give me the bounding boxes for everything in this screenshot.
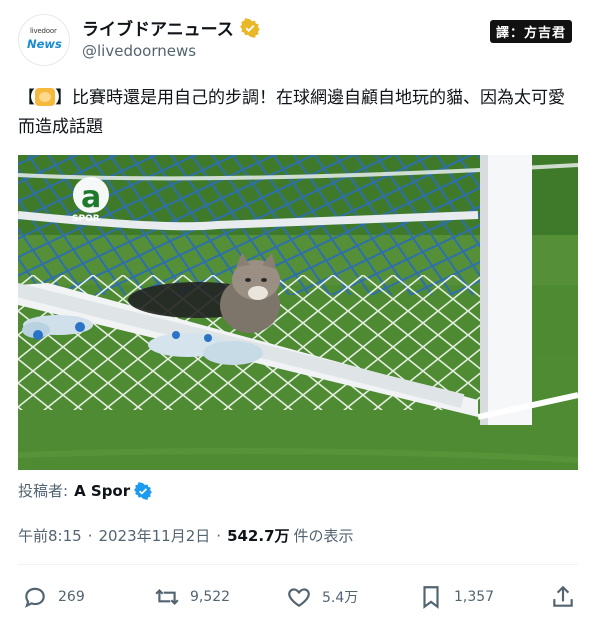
bookmark-count: 1,357 [454,589,495,605]
heart-icon [288,588,310,607]
view-count: 542.7万 [227,527,290,545]
cat-face-icon [35,88,55,106]
bookmark-icon [423,586,439,609]
share-icon [553,585,573,607]
poster-label: 投稿者: [18,482,69,500]
tweet-text-bracket: 【 [18,88,35,108]
meta-separator: · [87,526,93,545]
avatar-small-text: livedoor [30,27,57,35]
meta-separator: · [216,526,222,545]
bookmark-button[interactable]: 1,357 [418,584,494,610]
tweet-text-body: 】比賽時還是用自己的步調！在球網邊自顧自地玩的貓、因為太可愛而造成話題 [18,88,565,137]
tweet-media-image[interactable]: a SPOR [18,155,578,470]
action-bar: 269 9,522 5.4万 1,357 [22,584,577,612]
avatar[interactable]: livedoor News [18,14,70,66]
reply-button[interactable]: 269 [22,584,85,610]
view-count-label: 件の表示 [293,527,354,545]
poster-name[interactable]: A Spor [74,482,130,500]
author-handle[interactable]: @livedoornews [82,42,196,60]
media-logo-letter: a [81,180,101,215]
reply-count: 269 [58,589,85,605]
author-name[interactable]: ライブドアニュース [82,15,234,40]
verified-blue-icon [134,481,153,500]
retweet-button[interactable]: 9,522 [154,584,230,610]
divider [18,564,578,565]
like-button[interactable]: 5.4万 [286,584,358,610]
translator-credit: 譯：方吉君 [489,20,572,43]
verified-gold-icon [239,17,260,38]
tweet-date[interactable]: 2023年11月2日 [98,525,210,546]
reply-icon [25,587,45,608]
share-button[interactable] [550,584,576,610]
tweet-time[interactable]: 午前8:15 [18,525,82,546]
tweet-meta: 午前8:15 · 2023年11月2日 · 542.7万 件の表示 [18,525,354,546]
media-logo-text: SPOR [72,214,100,224]
like-count: 5.4万 [322,590,359,606]
soccer-goal-cat-photo: a SPOR [18,155,578,470]
retweet-count: 9,522 [190,589,231,605]
avatar-big-text: News [27,37,62,51]
author-row: ライブドアニュース [82,15,260,40]
tweet-text: 【】比賽時還是用自己的步調！在球網邊自顧自地玩的貓、因為太可愛而造成話題 [18,84,578,142]
retweet-icon [155,588,179,606]
poster-attribution: 投稿者: A Spor [18,480,153,501]
